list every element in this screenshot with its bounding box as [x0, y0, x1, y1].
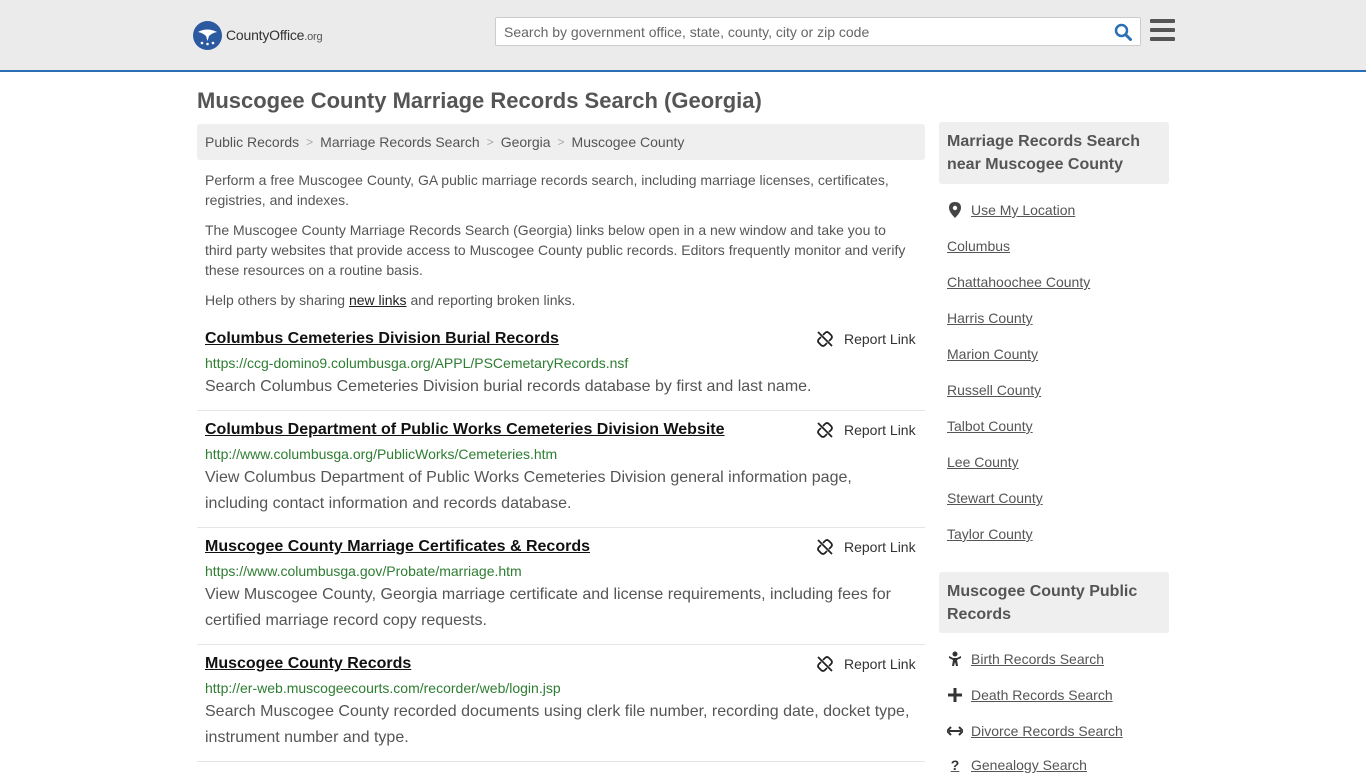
- broken-link-icon: [817, 331, 833, 347]
- result-title-link[interactable]: Columbus Cemeteries Division Burial Reco…: [205, 330, 559, 348]
- intro-paragraph: Perform a free Muscogee County, GA publi…: [205, 172, 889, 208]
- result-title-link[interactable]: Columbus Department of Public Works Ceme…: [205, 421, 725, 439]
- nearby-link-talbot-county[interactable]: Talbot County: [947, 418, 1033, 434]
- report-link-button[interactable]: Report Link: [817, 331, 916, 347]
- use-my-location-link[interactable]: Use My Location: [947, 202, 1075, 218]
- breadcrumb-separator: >: [306, 135, 314, 149]
- search-box: [495, 17, 1141, 46]
- genealogy-search-link[interactable]: ? Genealogy Search: [947, 757, 1087, 773]
- hamburger-menu-icon[interactable]: [1150, 19, 1175, 41]
- death-records-link[interactable]: Death Records Search: [947, 687, 1113, 703]
- breadcrumb-separator: >: [486, 135, 494, 149]
- birth-records-link[interactable]: Birth Records Search: [947, 651, 1104, 667]
- breadcrumb-georgia[interactable]: Georgia: [501, 134, 551, 150]
- report-link-button[interactable]: Report Link: [817, 539, 916, 555]
- result-item: Muscogee County Marriage Certificates & …: [197, 538, 925, 645]
- nearby-link-chattahoochee-county[interactable]: Chattahoochee County: [947, 274, 1090, 290]
- broken-link-icon: [817, 656, 833, 672]
- logo-eagle-icon: [193, 20, 222, 50]
- map-pin-icon: [947, 202, 963, 218]
- page-title: Muscogee County Marriage Records Search …: [197, 88, 762, 113]
- breadcrumb-separator: >: [557, 135, 565, 149]
- share-paragraph: Help others by sharing new links and rep…: [205, 292, 576, 308]
- report-link-button[interactable]: Report Link: [817, 656, 916, 672]
- question-icon: ?: [950, 757, 960, 773]
- result-title-link[interactable]: Muscogee County Records: [205, 655, 411, 673]
- search-input[interactable]: [504, 18, 1104, 45]
- broken-link-icon: [817, 422, 833, 438]
- new-links-link[interactable]: new links: [349, 292, 407, 308]
- broken-link-icon: [817, 539, 833, 555]
- result-title-link[interactable]: Muscogee County Marriage Certificates & …: [205, 538, 590, 556]
- search-icon[interactable]: [1114, 23, 1132, 41]
- nearby-heading: Marriage Records Search near Muscogee Co…: [939, 122, 1169, 184]
- nearby-link-marion-county[interactable]: Marion County: [947, 346, 1038, 362]
- logo-name: CountyOffice: [226, 27, 305, 43]
- report-link-label: Report Link: [844, 422, 916, 438]
- breadcrumb-public-records[interactable]: Public Records: [205, 134, 299, 150]
- report-link-label: Report Link: [844, 539, 916, 555]
- result-description: View Columbus Department of Public Works…: [205, 469, 852, 512]
- breadcrumb-marriage-records[interactable]: Marriage Records Search: [320, 134, 480, 150]
- result-description: View Muscogee County, Georgia marriage c…: [205, 586, 891, 629]
- result-item: Muscogee County Records Report Link http…: [197, 655, 925, 762]
- result-url: https://ccg-domino9.columbusga.org/APPL/…: [205, 355, 629, 371]
- report-link-label: Report Link: [844, 331, 916, 347]
- public-records-heading: Muscogee County Public Records: [939, 572, 1169, 633]
- breadcrumb: Public Records > Marriage Records Search…: [197, 124, 925, 160]
- result-url: http://er-web.muscogeecourts.com/recorde…: [205, 680, 561, 696]
- site-header: CountyOffice.org: [0, 0, 1366, 72]
- cross-icon: [947, 687, 963, 703]
- nearby-link-russell-county[interactable]: Russell County: [947, 382, 1041, 398]
- result-url: https://www.columbusga.gov/Probate/marri…: [205, 563, 522, 579]
- nearby-link-harris-county[interactable]: Harris County: [947, 310, 1033, 326]
- report-link-label: Report Link: [844, 656, 916, 672]
- disclaimer-paragraph: The Muscogee County Marriage Records Sea…: [205, 222, 906, 278]
- nearby-link-lee-county[interactable]: Lee County: [947, 454, 1019, 470]
- logo-tld: .org: [304, 31, 323, 43]
- breadcrumb-muscogee-county[interactable]: Muscogee County: [572, 134, 685, 150]
- divorce-records-link[interactable]: Divorce Records Search: [947, 723, 1123, 739]
- result-description: Search Muscogee County recorded document…: [205, 703, 910, 746]
- arrows-horizontal-icon: [947, 723, 963, 739]
- baby-icon: [947, 651, 963, 667]
- result-url: http://www.columbusga.org/PublicWorks/Ce…: [205, 446, 558, 462]
- result-item: Columbus Cemeteries Division Burial Reco…: [197, 330, 925, 411]
- result-item: Columbus Department of Public Works Ceme…: [197, 421, 925, 528]
- nearby-link-stewart-county[interactable]: Stewart County: [947, 490, 1043, 506]
- report-link-button[interactable]: Report Link: [817, 422, 916, 438]
- nearby-link-columbus[interactable]: Columbus: [947, 238, 1010, 254]
- nearby-link-taylor-county[interactable]: Taylor County: [947, 526, 1033, 542]
- result-description: Search Columbus Cemeteries Division buri…: [205, 378, 812, 395]
- site-logo[interactable]: CountyOffice.org: [193, 20, 323, 50]
